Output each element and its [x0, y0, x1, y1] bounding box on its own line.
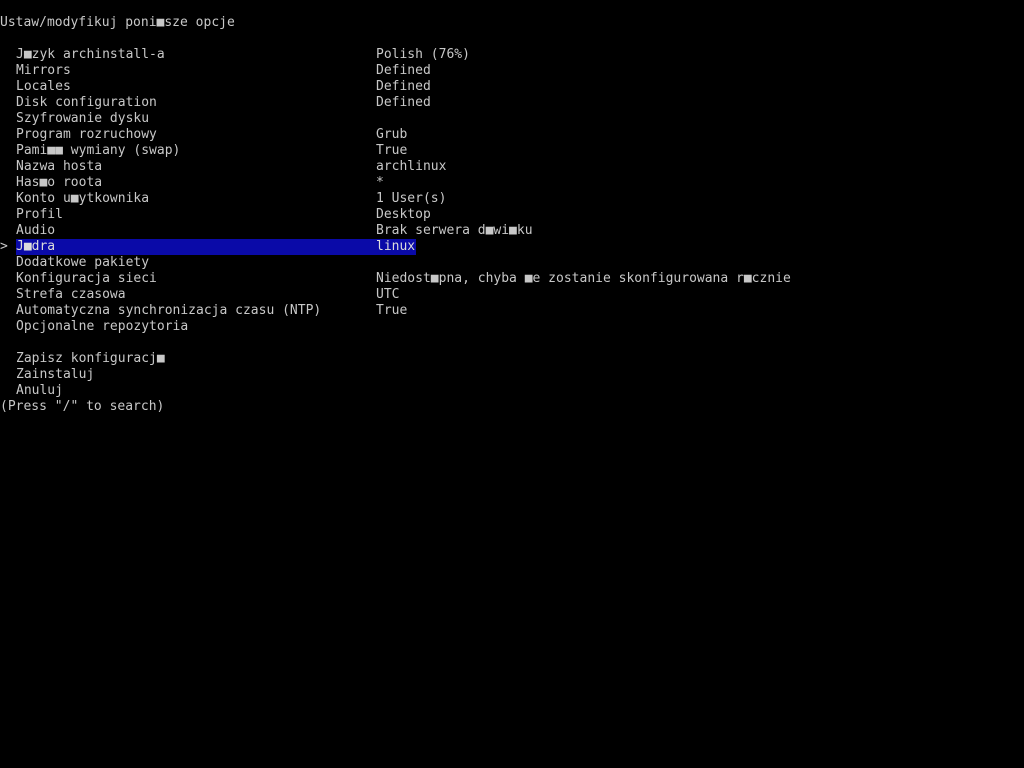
- menu-item-ntp[interactable]: Automatyczna synchronizacja czasu (NTP) …: [0, 303, 1024, 319]
- menu-item-value: Defined: [376, 79, 431, 94]
- menu-item-label: Strefa czasowa: [16, 287, 126, 302]
- menu-item-value: Niedost■pna, chyba ■e zostanie skonfigur…: [376, 271, 791, 286]
- menu-item-value: Grub: [376, 127, 408, 142]
- menu-item-label: J■dra: [16, 239, 376, 255]
- menu-title: Ustaw/modyfikuj poni■sze opcje: [0, 15, 235, 30]
- menu-item-locales[interactable]: Locales Defined: [0, 79, 1024, 95]
- menu-item-value: archlinux: [376, 159, 447, 174]
- menu-item-value: UTC: [376, 287, 400, 302]
- menu-action-label: Zapisz konfiguracj■: [16, 351, 165, 366]
- menu-item-network-configuration[interactable]: Konfiguracja sieci Niedost■pna, chyba ■e…: [0, 271, 1024, 287]
- menu-item-mirrors[interactable]: Mirrors Defined: [0, 63, 1024, 79]
- menu-item-label: Opcjonalne repozytoria: [16, 319, 189, 334]
- menu-item-disk-encryption[interactable]: Szyfrowanie dysku: [0, 111, 1024, 127]
- menu-item-additional-packages[interactable]: Dodatkowe pakiety: [0, 255, 1024, 271]
- menu-item-disk-configuration[interactable]: Disk configuration Defined: [0, 95, 1024, 111]
- menu-action-label: Anuluj: [16, 383, 63, 398]
- menu-item-optional-repositories[interactable]: Opcjonalne repozytoria: [0, 319, 1024, 335]
- menu-item-label: Szyfrowanie dysku: [16, 111, 150, 126]
- menu-item-label: Pami■■ wymiany (swap): [16, 143, 181, 158]
- menu-item-value: Defined: [376, 95, 431, 110]
- menu-item-value: Defined: [376, 63, 431, 78]
- menu-item-timezone[interactable]: Strefa czasowa UTC: [0, 287, 1024, 303]
- menu-item-label: Mirrors: [16, 63, 71, 78]
- menu-item-bootloader[interactable]: Program rozruchowy Grub: [0, 127, 1024, 143]
- menu-action-save-configuration[interactable]: Zapisz konfiguracj■: [0, 351, 1024, 367]
- menu-item-label: Program rozruchowy: [16, 127, 157, 142]
- menu-item-label: Dodatkowe pakiety: [16, 255, 150, 270]
- menu-item-swap[interactable]: Pami■■ wymiany (swap) True: [0, 143, 1024, 159]
- menu-item-user-account[interactable]: Konto u■ytkownika 1 User(s): [0, 191, 1024, 207]
- menu-item-root-password[interactable]: Has■o roota *: [0, 175, 1024, 191]
- menu-item-value: *: [376, 175, 384, 190]
- menu-item-value: True: [376, 303, 408, 318]
- menu-item-label: Has■o roota: [16, 175, 103, 190]
- menu-item-label: Profil: [16, 207, 63, 222]
- menu-item-value: True: [376, 143, 408, 158]
- selection-cursor-icon: >: [0, 239, 8, 254]
- menu-item-label: Automatyczna synchronizacja czasu (NTP): [16, 303, 322, 318]
- menu-item-value: Polish (76%): [376, 47, 470, 62]
- menu-item-language[interactable]: J■zyk archinstall-a Polish (76%): [0, 47, 1024, 63]
- menu-item-label: Audio: [16, 223, 56, 238]
- menu-item-audio[interactable]: Audio Brak serwera d■wi■ku: [0, 223, 1024, 239]
- menu-item-label: Locales: [16, 79, 71, 94]
- menu-item-value: 1 User(s): [376, 191, 447, 206]
- menu-item-label: Konfiguracja sieci: [16, 271, 157, 286]
- menu-item-value: linux: [376, 239, 416, 255]
- search-hint: (Press "/" to search): [0, 399, 165, 414]
- menu-item-label: Konto u■ytkownika: [16, 191, 150, 206]
- menu-item-label: J■zyk archinstall-a: [16, 47, 165, 62]
- menu-action-install[interactable]: Zainstaluj: [0, 367, 1024, 383]
- menu-item-label: Disk configuration: [16, 95, 157, 110]
- menu-item-value: Brak serwera d■wi■ku: [376, 223, 533, 238]
- menu-item-hostname[interactable]: Nazwa hosta archlinux: [0, 159, 1024, 175]
- menu-action-label: Zainstaluj: [16, 367, 95, 382]
- menu-action-cancel[interactable]: Anuluj: [0, 383, 1024, 399]
- menu-item-profile[interactable]: Profil Desktop: [0, 207, 1024, 223]
- menu-item-kernels[interactable]: > J■dra linux: [0, 239, 1024, 255]
- menu-item-value: Desktop: [376, 207, 431, 222]
- menu-item-label: Nazwa hosta: [16, 159, 103, 174]
